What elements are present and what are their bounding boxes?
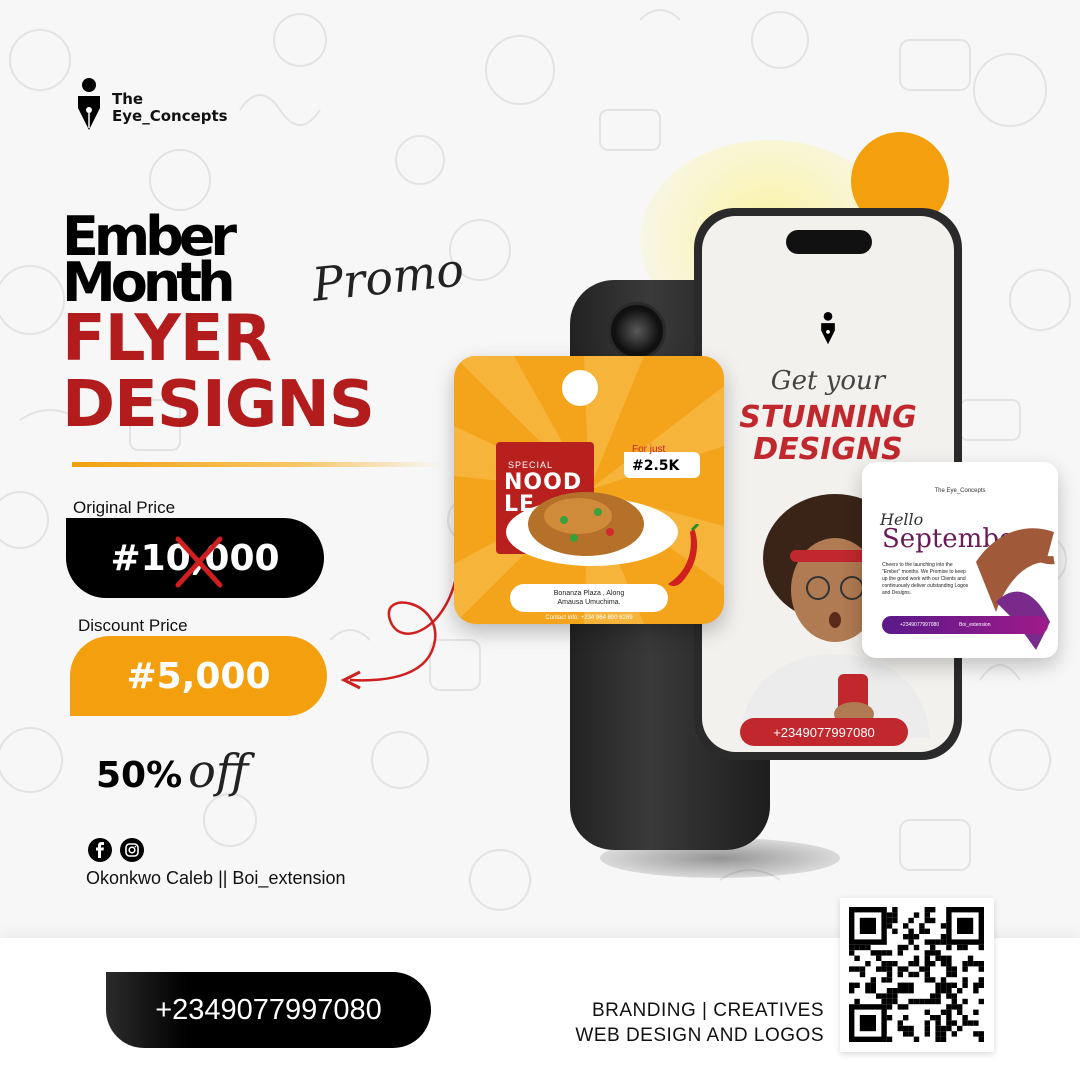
flyer-page: The Eye_Concepts Ember Month FLYER DESIG…	[0, 0, 1080, 1080]
september-flyer-card: The Eye_Concepts Hello Septembe Cheers t…	[862, 462, 1058, 658]
brand-name-line1: The	[112, 90, 144, 108]
facebook-icon[interactable]	[88, 838, 112, 862]
headline-designs: DESIGNS	[62, 368, 375, 442]
restaurant-logo	[562, 370, 598, 406]
off-percent: 50%	[96, 755, 183, 796]
camera-lens-icon	[608, 302, 666, 360]
food-card-contact: Contact info: +234 964 890 6289	[545, 615, 633, 621]
pen-nib-icon	[78, 78, 100, 130]
headline-flyer: FLYER	[62, 302, 272, 376]
brand-name-line2: Eye_Concepts	[112, 107, 228, 125]
qr-code-icon	[849, 907, 984, 1042]
brand-logo: The Eye_Concepts	[74, 78, 228, 136]
special-label: SPECIAL	[508, 460, 554, 470]
sept-card-handle: Boi_extension	[959, 622, 991, 628]
noodle-plate-photo	[506, 492, 678, 566]
brand-name: The Eye_Concepts	[112, 91, 228, 125]
address-line1: Bonanza Plaza , Along	[553, 590, 625, 597]
headline: Ember Month FLYER DESIGNS	[62, 210, 375, 442]
discount-price-label: Discount Price	[78, 616, 188, 635]
services-line1: BRANDING | CREATIVES	[591, 1000, 824, 1021]
pen-nib-icon	[821, 312, 835, 345]
whatsapp-qr-code[interactable]	[840, 898, 994, 1052]
sept-card-brand: The Eye_Concepts	[934, 488, 986, 494]
footer-phone-pill[interactable]: +2349077997080	[106, 972, 431, 1048]
headline-underline	[72, 462, 442, 467]
loop-arrow-icon	[340, 565, 460, 690]
instagram-icon[interactable]	[120, 838, 144, 862]
price-tag-value: #2.5K	[632, 458, 680, 474]
discount-price-pill: #5,000	[70, 636, 327, 716]
screen-phone-number: +2349077997080	[740, 718, 908, 746]
footer-phone-number: +2349077997080	[155, 993, 382, 1026]
address-line2: Amausa Umuchima.	[557, 599, 621, 606]
discount-percent: 50% off	[96, 744, 248, 798]
screen-stunning: STUNNING	[739, 400, 917, 435]
discount-price-value: #5,000	[126, 655, 271, 697]
screen-headline: STUNNING DESIGNS	[702, 402, 954, 466]
social-handle: Okonkwo Caleb || Boi_extension	[86, 868, 346, 888]
phone-notch	[786, 230, 872, 254]
screen-get-your: Get your	[770, 366, 886, 396]
chili-pepper-icon	[668, 524, 700, 586]
strikethrough-x-icon	[175, 536, 223, 588]
noodle-flyer-card: SPECIAL NOOD LE For just #2.5K Bonanza P…	[454, 356, 724, 624]
price-tag-label: For just	[632, 444, 666, 455]
off-script: off	[188, 744, 249, 798]
sept-card-body: Cheers to the launching into the "Ember"…	[882, 562, 969, 596]
services-text: BRANDING | CREATIVES WEB DESIGN AND LOGO…	[548, 998, 824, 1048]
sept-card-phone: +2349077997080	[900, 622, 940, 628]
social-icons	[88, 838, 144, 862]
services-line2: WEB DESIGN AND LOGOS	[575, 1025, 824, 1046]
sept-card-contact-bar: +2349077997080 Boi_extension	[882, 616, 1048, 634]
original-price-label: Original Price	[73, 498, 176, 517]
address-box: Bonanza Plaza , Along Amausa Umuchima.	[510, 584, 668, 612]
